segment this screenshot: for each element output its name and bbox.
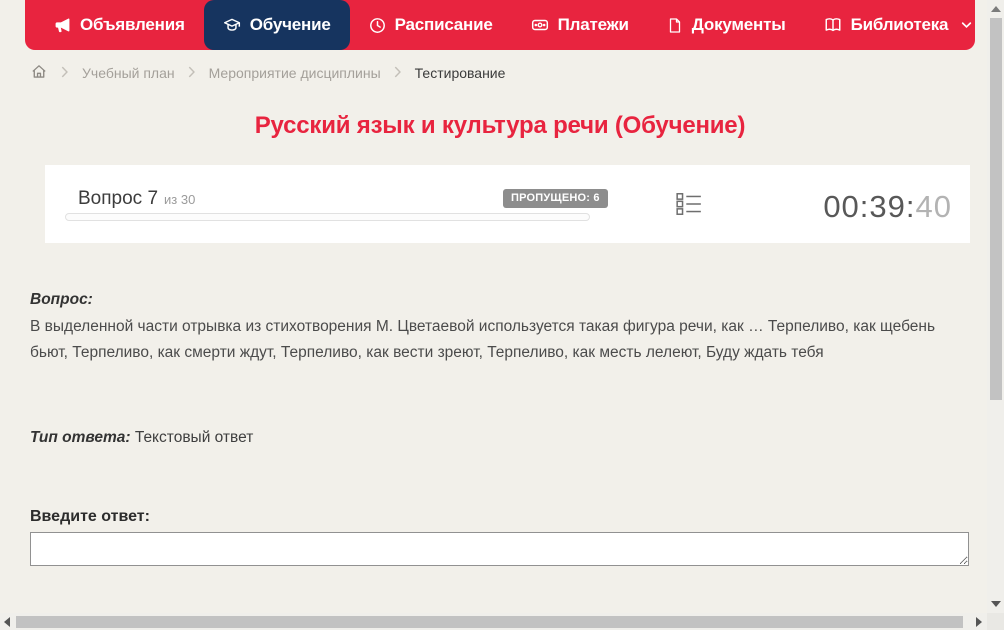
question-text: В выделенной части отрывка из стихотворе… [30, 314, 950, 366]
answer-type-value: Текстовый ответ [135, 429, 253, 446]
scroll-down-arrow-icon[interactable] [991, 601, 1001, 607]
timer-hours-minutes: 00:39: [823, 189, 915, 224]
document-icon [667, 17, 683, 34]
horizontal-scrollbar[interactable] [0, 613, 987, 630]
answer-input[interactable] [30, 532, 969, 566]
answer-type-label: Тип ответа: [30, 429, 131, 446]
quiz-header-card: Вопрос 7 из 30 ПРОПУЩЕНО: 6 00:39:40 [45, 165, 970, 243]
scroll-left-arrow-icon[interactable] [4, 617, 10, 627]
scroll-right-arrow-icon[interactable] [976, 617, 982, 627]
nav-item-label: Библиотека [851, 15, 949, 35]
nav-item-label: Расписание [395, 15, 493, 35]
question-counter: Вопрос 7 из 30 [78, 188, 195, 210]
progress-bar [65, 213, 590, 221]
horizontal-scrollbar-thumb[interactable] [16, 616, 963, 628]
breadcrumb-item-testing: Тестирование [415, 65, 506, 81]
chevron-right-icon [394, 65, 402, 82]
nav-item-payments[interactable]: Платежи [512, 0, 648, 50]
nav-item-label: Платежи [558, 15, 629, 35]
megaphone-icon [54, 17, 71, 34]
graduation-cap-icon [223, 16, 241, 34]
answer-type-row: Тип ответа: Текстовый ответ [30, 429, 253, 447]
clock-icon [369, 17, 386, 34]
top-navbar: Объявления Обучение Расписание Платежи Д… [25, 0, 975, 50]
nav-item-label: Объявления [80, 15, 185, 35]
chevron-down-icon [961, 21, 972, 29]
nav-item-learning[interactable]: Обучение [204, 0, 350, 50]
vertical-scrollbar[interactable] [987, 0, 1004, 613]
nav-item-schedule[interactable]: Расписание [350, 0, 512, 50]
scroll-up-arrow-icon[interactable] [991, 6, 1001, 12]
breadcrumb: Учебный план Мероприятие дисциплины Тест… [30, 61, 505, 85]
timer-seconds: 40 [916, 189, 952, 224]
skipped-badge: ПРОПУЩЕНО: 6 [503, 189, 608, 208]
question-total-label: из 30 [164, 192, 195, 207]
nav-item-documents[interactable]: Документы [648, 0, 805, 50]
payment-icon [531, 16, 549, 34]
page-title: Русский язык и культура речи (Обучение) [25, 112, 975, 140]
answer-input-label: Введите ответ: [30, 508, 150, 526]
nav-item-library[interactable]: Библиотека [805, 0, 992, 50]
chevron-right-icon [188, 65, 196, 82]
question-label: Вопрос: [30, 291, 93, 309]
timer: 00:39:40 [823, 189, 952, 225]
book-icon [824, 16, 842, 34]
nav-item-announcements[interactable]: Объявления [35, 0, 204, 50]
question-list-icon[interactable] [675, 190, 703, 223]
chevron-right-icon [61, 65, 69, 82]
breadcrumb-item-curriculum[interactable]: Учебный план [82, 65, 175, 81]
breadcrumb-item-discipline-event[interactable]: Мероприятие дисциплины [209, 65, 381, 81]
scrollbar-corner [987, 613, 1004, 630]
home-icon[interactable] [30, 63, 48, 84]
vertical-scrollbar-thumb[interactable] [990, 18, 1002, 400]
nav-item-label: Обучение [250, 15, 331, 35]
question-counter-label: Вопрос 7 [78, 188, 158, 209]
nav-item-label: Документы [692, 15, 786, 35]
